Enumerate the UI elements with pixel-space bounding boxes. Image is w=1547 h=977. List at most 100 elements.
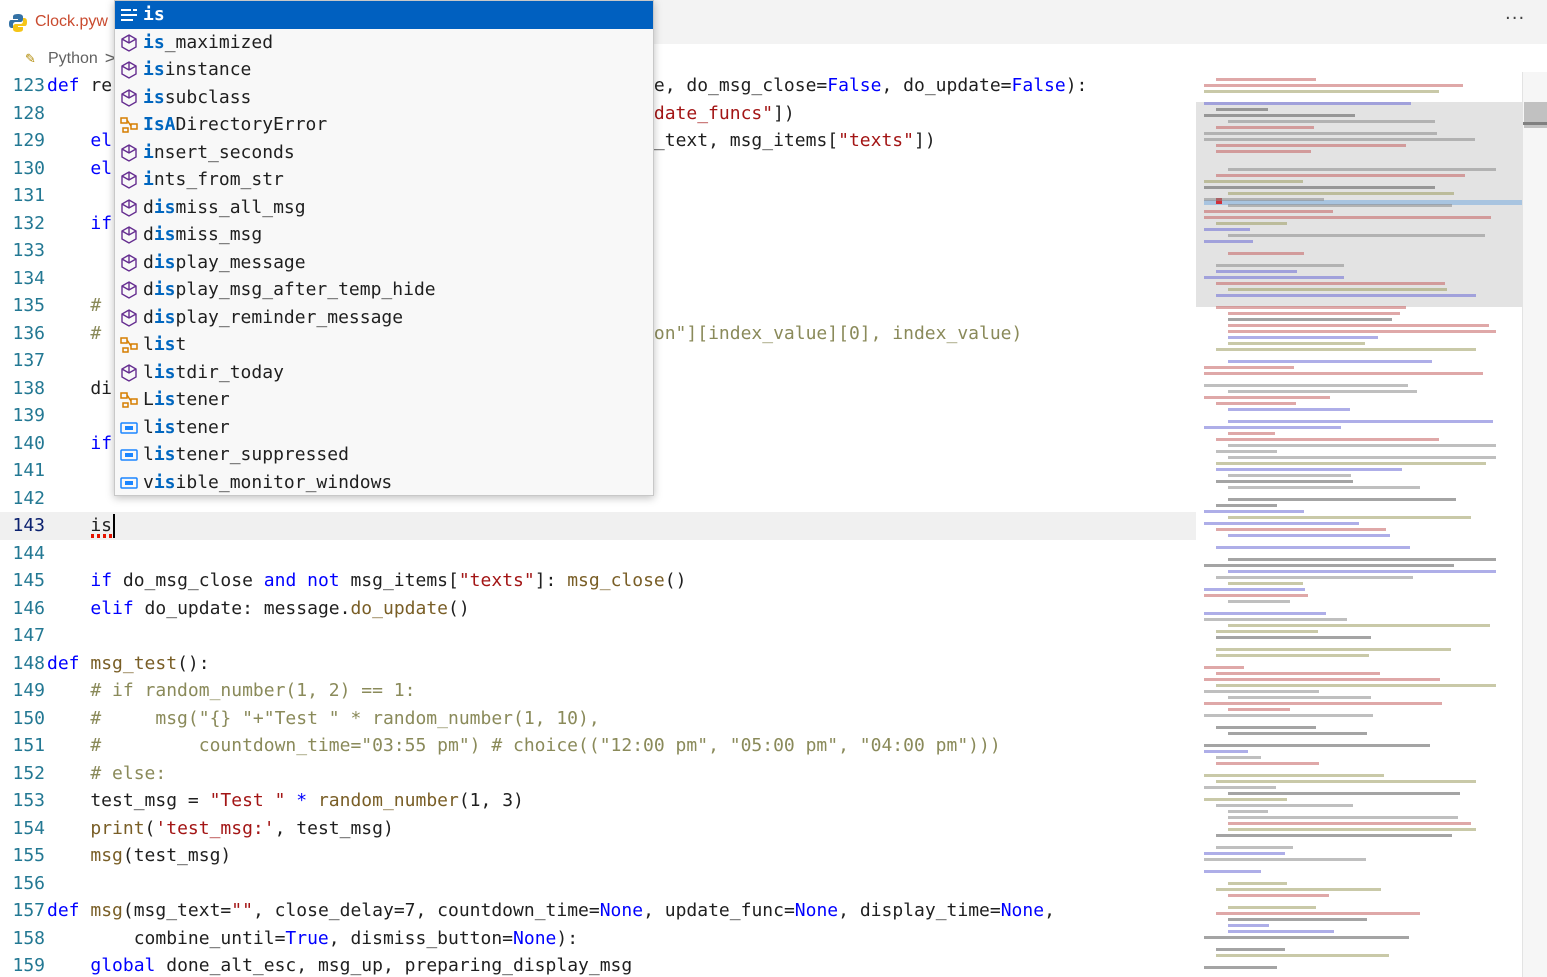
code-text: test_msg = "Test " * random_number(1, 3) [47,787,524,815]
code-line[interactable]: 150 # msg("{} "+"Test " * random_number(… [0,705,1196,733]
line-number: 159 [12,955,45,976]
suggestion-widget[interactable]: is is_maximized isinstance issubclass IsADir… [114,0,654,496]
suggestion-item[interactable]: dismiss_all_msg [115,194,653,222]
suggestion-item[interactable]: is [115,1,653,29]
line-number: 144 [12,542,45,564]
code-token: do_update: message. [133,597,351,619]
minimap-line [1204,690,1319,693]
suggestion-prefix: l [143,416,154,438]
suggestion-prefix: l [143,334,154,355]
minimap-line [1228,168,1496,171]
minimap-line [1216,546,1410,549]
minimap-line [1228,342,1365,345]
minimap-line [1216,450,1277,453]
variable-icon [119,418,139,438]
code-token: (msg_text= [122,900,232,921]
line-number: 155 [12,845,45,866]
code-line[interactable]: 153 test_msg = "Test " * random_number(1… [0,787,1196,815]
line-number: 135 [12,295,45,316]
suggestion-label: listener [143,414,230,442]
minimap-line [1204,774,1384,777]
code-token: False [1011,75,1066,96]
minimap-line [1204,102,1411,105]
suggestion-item[interactable]: Listener [115,386,653,414]
code-line[interactable]: 143 is [0,512,1196,540]
minimap-line [1204,936,1409,939]
minimap-line [1216,282,1445,285]
suggestion-item[interactable]: ints_from_str [115,166,653,194]
suggestion-item[interactable]: listener_suppressed [115,441,653,469]
code-line[interactable]: 152 # else: [0,760,1196,788]
minimap-line [1204,702,1442,705]
suggestion-item[interactable]: list [115,331,653,359]
code-line[interactable]: 157 def msg(msg_text="", close_delay=7, c… [0,897,1196,925]
suggestion-item[interactable]: IsADirectoryError [115,111,653,139]
suggestion-item[interactable]: insert_seconds [115,139,653,167]
code-line[interactable]: 156 [0,870,1196,898]
code-text: # else: [47,760,166,788]
code-line[interactable]: 151 # countdown_time="03:55 pm") # choic… [0,732,1196,760]
suggestion-item[interactable]: display_message [115,249,653,277]
code-line[interactable]: 147 [0,622,1196,650]
code-token: do_msg_close [112,570,264,591]
breadcrumb-language[interactable]: Python [48,50,98,68]
minimap-line [1216,654,1369,657]
minimap[interactable] [1196,72,1522,977]
minimap-line [1204,90,1439,93]
error-squiggle [91,534,113,538]
suggestion-item[interactable]: display_reminder_message [115,304,653,332]
minimap-line [1228,930,1334,933]
suggestion-label: visible_monitor_windows [143,469,392,496]
code-line[interactable]: 149 # if random_number(1, 2) == 1: [0,677,1196,705]
code-line[interactable]: 158 combine_until=True, dismiss_button=N… [0,925,1196,953]
suggestion-label: list [143,331,186,359]
suggestion-item[interactable]: dismiss_msg [115,221,653,249]
suggestion-item[interactable]: isinstance [115,56,653,84]
minimap-line [1228,120,1435,123]
code-token: , close_delay=7, countdown_time= [252,900,600,921]
method-icon [119,88,139,108]
minimap-line [1228,906,1316,909]
code-text: global done_alt_esc, msg_up, preparing_d… [47,952,632,977]
minimap-line [1228,252,1304,255]
suggestion-match: is [153,306,176,328]
minimap-line [1228,534,1390,537]
code-line[interactable]: 155 msg(test_msg) [0,842,1196,870]
minimap-line [1204,180,1303,183]
line-number: 133 [12,240,45,261]
code-line[interactable]: 144 [0,540,1196,568]
suggestion-label: insert_seconds [143,139,295,167]
suggestion-item[interactable]: listdir_today [115,359,653,387]
code-line[interactable]: 148 def msg_test(): [0,650,1196,678]
code-token: "Test " [209,790,286,811]
suggestion-item[interactable]: issubclass [115,84,653,112]
suggestion-suffix: subclass [164,86,252,108]
suggestion-item[interactable]: listener [115,414,653,442]
code-line[interactable]: 145 if do_msg_close and not msg_items["t… [0,567,1196,595]
minimap-line [1204,588,1305,591]
minimap-line [1228,192,1454,195]
suggestion-item[interactable]: is_maximized [115,29,653,57]
vertical-scrollbar[interactable] [1522,72,1547,977]
variable-icon [119,445,139,465]
minimap-line [1204,84,1463,87]
suggestion-match: is [143,31,165,53]
line-number: 141 [12,460,45,481]
code-line[interactable]: 146 elif do_update: message.do_update() [0,595,1196,623]
minimap-line [1228,408,1350,411]
code-line[interactable]: 159 global done_alt_esc, msg_up, prepari… [0,952,1196,977]
suggestion-item[interactable]: visible_monitor_windows [115,469,653,496]
more-actions-icon[interactable]: ··· [1505,8,1525,29]
line-number: 152 [12,762,45,784]
minimap-line [1228,792,1460,795]
suggestion-match: is [153,471,176,493]
minimap-line [1228,498,1456,501]
minimap-line [1228,516,1471,519]
minimap-line [1216,684,1496,687]
code-line[interactable]: 154 print('test_msg:', test_msg) [0,815,1196,843]
suggestion-item[interactable]: display_msg_after_temp_hide [115,276,653,304]
